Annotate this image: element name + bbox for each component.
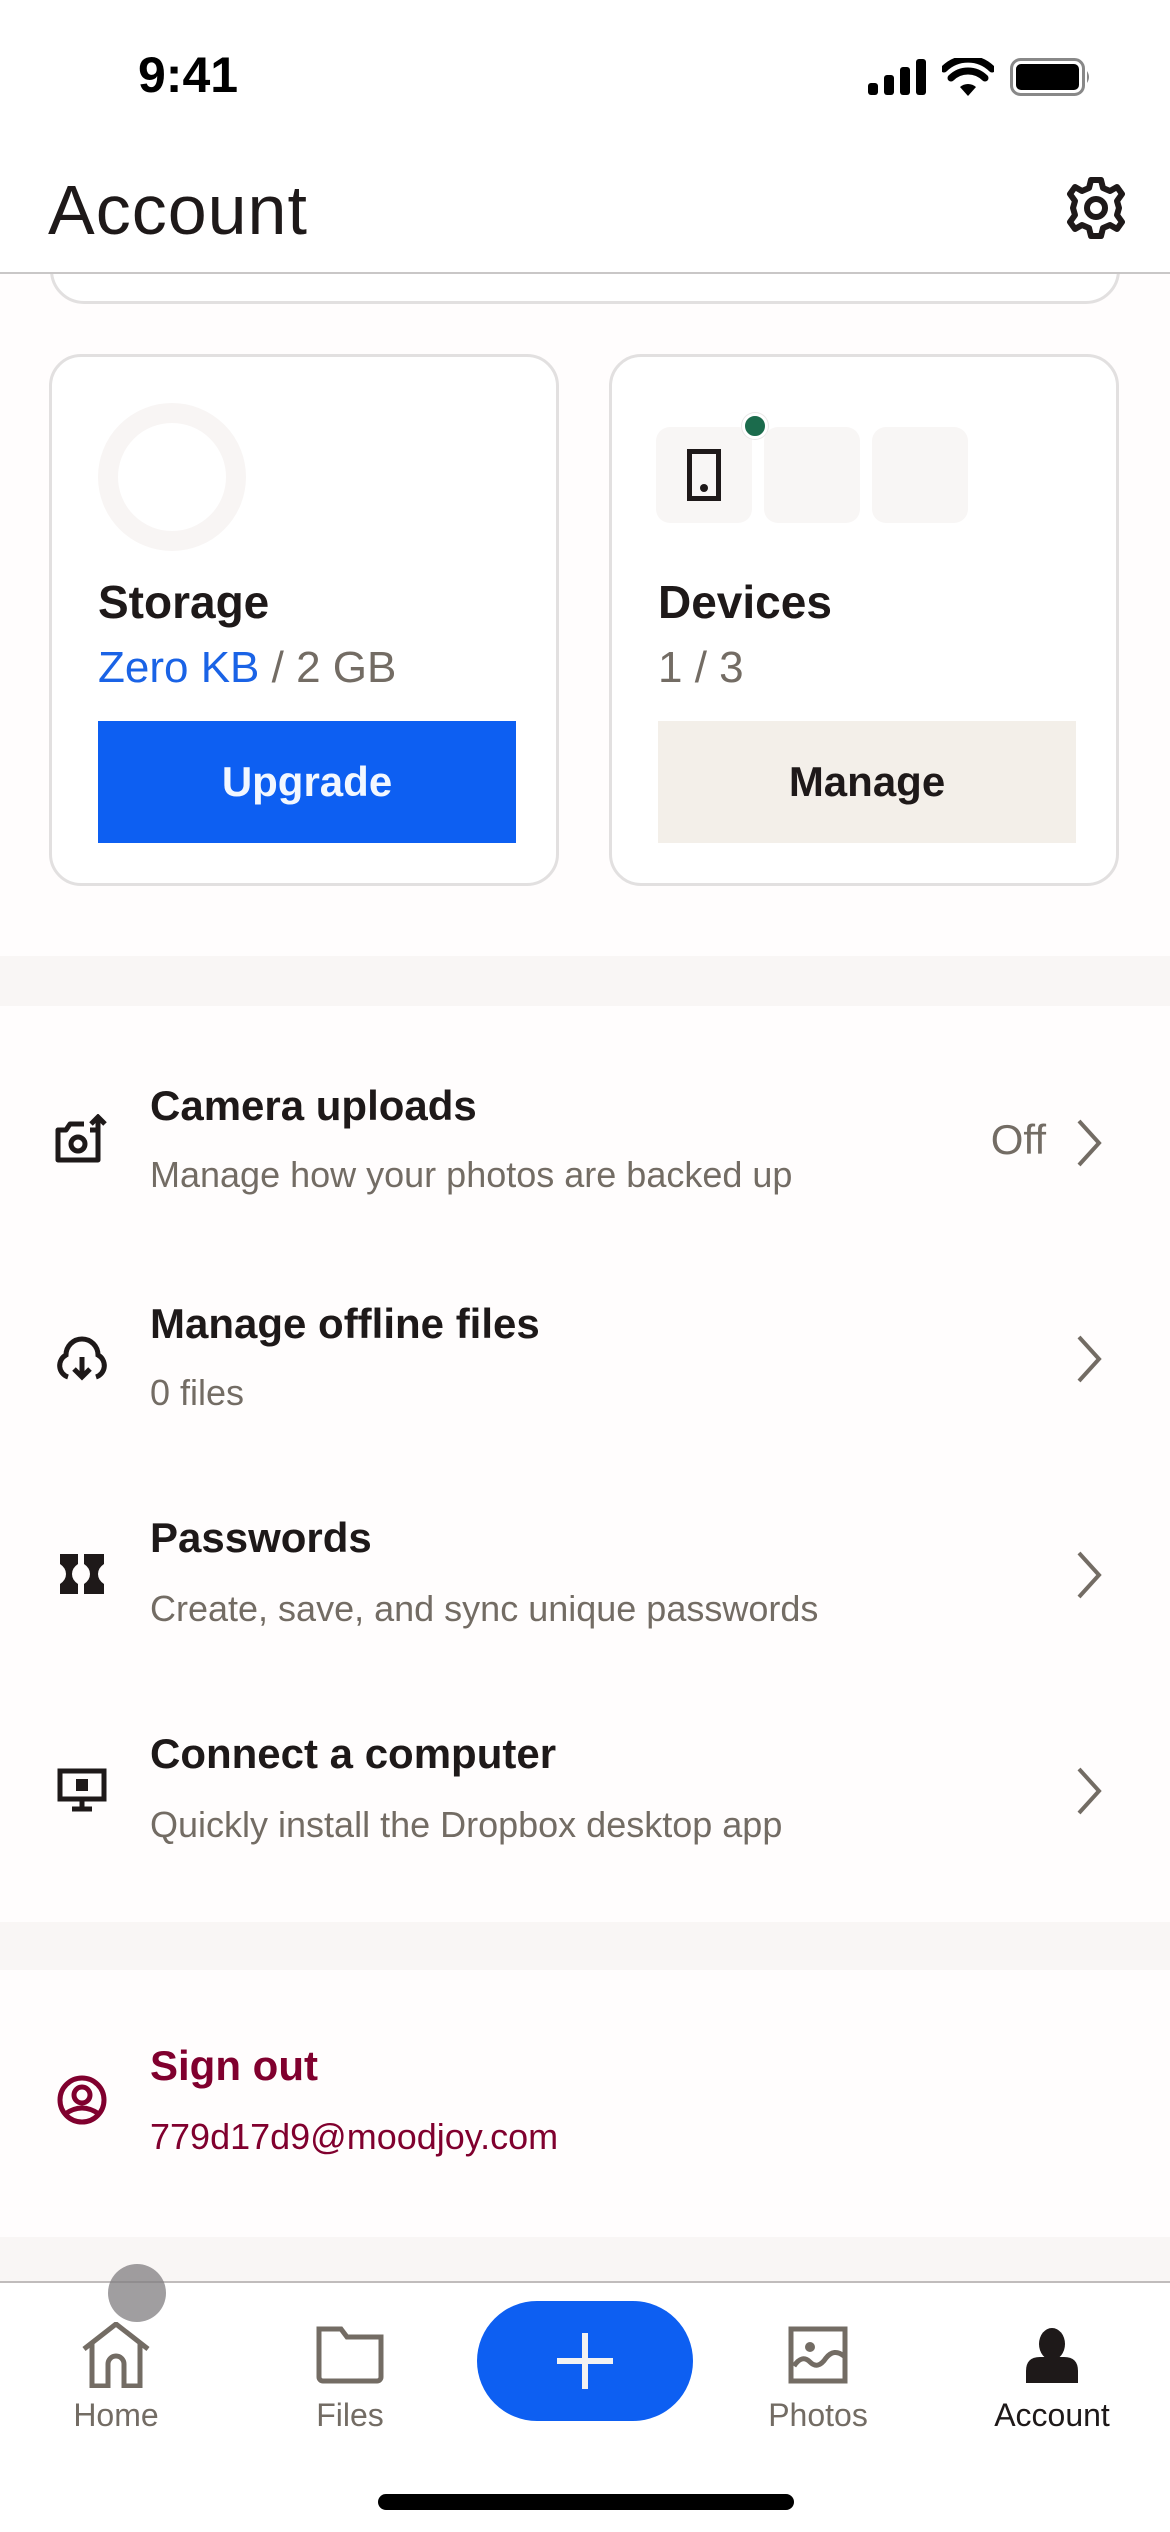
row-subtitle: Quickly install the Dropbox desktop app xyxy=(150,1804,783,1845)
tab-files[interactable]: Files xyxy=(260,2283,440,2453)
phone-icon xyxy=(687,449,721,501)
touch-indicator xyxy=(108,2264,166,2322)
row-title: Connect a computer xyxy=(150,1730,557,1777)
person-icon xyxy=(1012,2323,1092,2387)
devices-card: Devices 1 / 3 Manage xyxy=(609,354,1119,886)
device-slot-phone xyxy=(656,413,768,523)
devices-count: 1 / 3 xyxy=(658,643,744,692)
chevron-right-icon xyxy=(1077,1767,1102,1815)
tab-photos[interactable]: Photos xyxy=(728,2283,908,2453)
wifi-icon xyxy=(942,58,994,96)
storage-separator: / xyxy=(259,643,297,692)
list-item-connect-computer[interactable]: Connect a computer Quickly install the D… xyxy=(0,1682,1170,1896)
row-subtitle: Manage how your photos are backed up xyxy=(150,1154,793,1195)
account-circle-icon xyxy=(54,2072,110,2128)
tab-label: Home xyxy=(73,2397,159,2433)
device-slot-empty xyxy=(764,427,860,523)
row-title: Passwords xyxy=(150,1514,372,1561)
chevron-right-icon xyxy=(1077,1551,1102,1599)
gear-icon xyxy=(1067,177,1125,239)
battery-icon xyxy=(1010,58,1089,96)
add-button[interactable] xyxy=(477,2301,693,2421)
status-time: 9:41 xyxy=(138,47,239,103)
row-title: Camera uploads xyxy=(150,1082,477,1129)
row-subtitle: 0 files xyxy=(150,1372,245,1413)
row-title: Manage offline files xyxy=(150,1300,540,1347)
storage-card: Storage Zero KB / 2 GB Upgrade xyxy=(49,354,559,886)
list-item-passwords[interactable]: Passwords Create, save, and sync unique … xyxy=(0,1466,1170,1680)
tab-label: Files xyxy=(316,2397,384,2433)
row-subtitle: Create, save, and sync unique passwords xyxy=(150,1588,819,1629)
photo-icon xyxy=(778,2323,858,2387)
device-slots xyxy=(656,413,968,523)
chevron-right-icon xyxy=(1077,1335,1102,1383)
tab-bar: Home Files Photos Account xyxy=(0,2281,1170,2532)
account-email: 779d17d9@moodjoy.com xyxy=(150,2116,559,2157)
sign-out-label: Sign out xyxy=(150,2042,318,2089)
plus-icon xyxy=(557,2333,613,2389)
tab-label: Account xyxy=(994,2397,1110,2433)
cellular-signal-icon xyxy=(868,59,926,95)
storage-total: 2 GB xyxy=(296,643,397,692)
settings-button[interactable] xyxy=(1060,172,1132,244)
storage-usage-ring xyxy=(98,403,246,551)
home-icon xyxy=(76,2322,156,2388)
tab-account[interactable]: Account xyxy=(962,2283,1142,2453)
list-item-offline-files[interactable]: Manage offline files 0 files xyxy=(0,1250,1170,1464)
storage-used: Zero KB xyxy=(98,643,260,692)
folder-icon xyxy=(310,2323,390,2387)
sign-out-button[interactable]: Sign out 779d17d9@moodjoy.com xyxy=(0,1994,1170,2208)
desktop-computer-icon xyxy=(54,1762,110,1818)
tab-label: Photos xyxy=(768,2397,868,2433)
status-bar: 9:41 xyxy=(0,0,1170,150)
storage-usage: Zero KB / 2 GB xyxy=(98,643,396,693)
upgrade-button[interactable]: Upgrade xyxy=(98,721,516,843)
home-indicator[interactable] xyxy=(378,2494,794,2510)
page-title: Account xyxy=(48,171,308,249)
status-icons xyxy=(868,58,1092,96)
chevron-right-icon xyxy=(1077,1119,1102,1167)
section-divider xyxy=(0,2237,1170,2283)
list-item-camera-uploads[interactable]: Camera uploads Manage how your photos ar… xyxy=(0,1034,1170,1248)
section-divider xyxy=(0,956,1170,1006)
device-slot-empty xyxy=(872,427,968,523)
page-header: Account xyxy=(0,150,1170,274)
storage-title: Storage xyxy=(98,576,270,628)
camera-upload-icon xyxy=(54,1112,110,1168)
passwords-icon xyxy=(54,1546,110,1602)
section-divider xyxy=(0,1922,1170,1970)
devices-title: Devices xyxy=(658,576,832,628)
cloud-download-icon xyxy=(54,1330,110,1386)
manage-devices-button[interactable]: Manage xyxy=(658,721,1076,843)
camera-uploads-status: Off xyxy=(990,1116,1046,1163)
